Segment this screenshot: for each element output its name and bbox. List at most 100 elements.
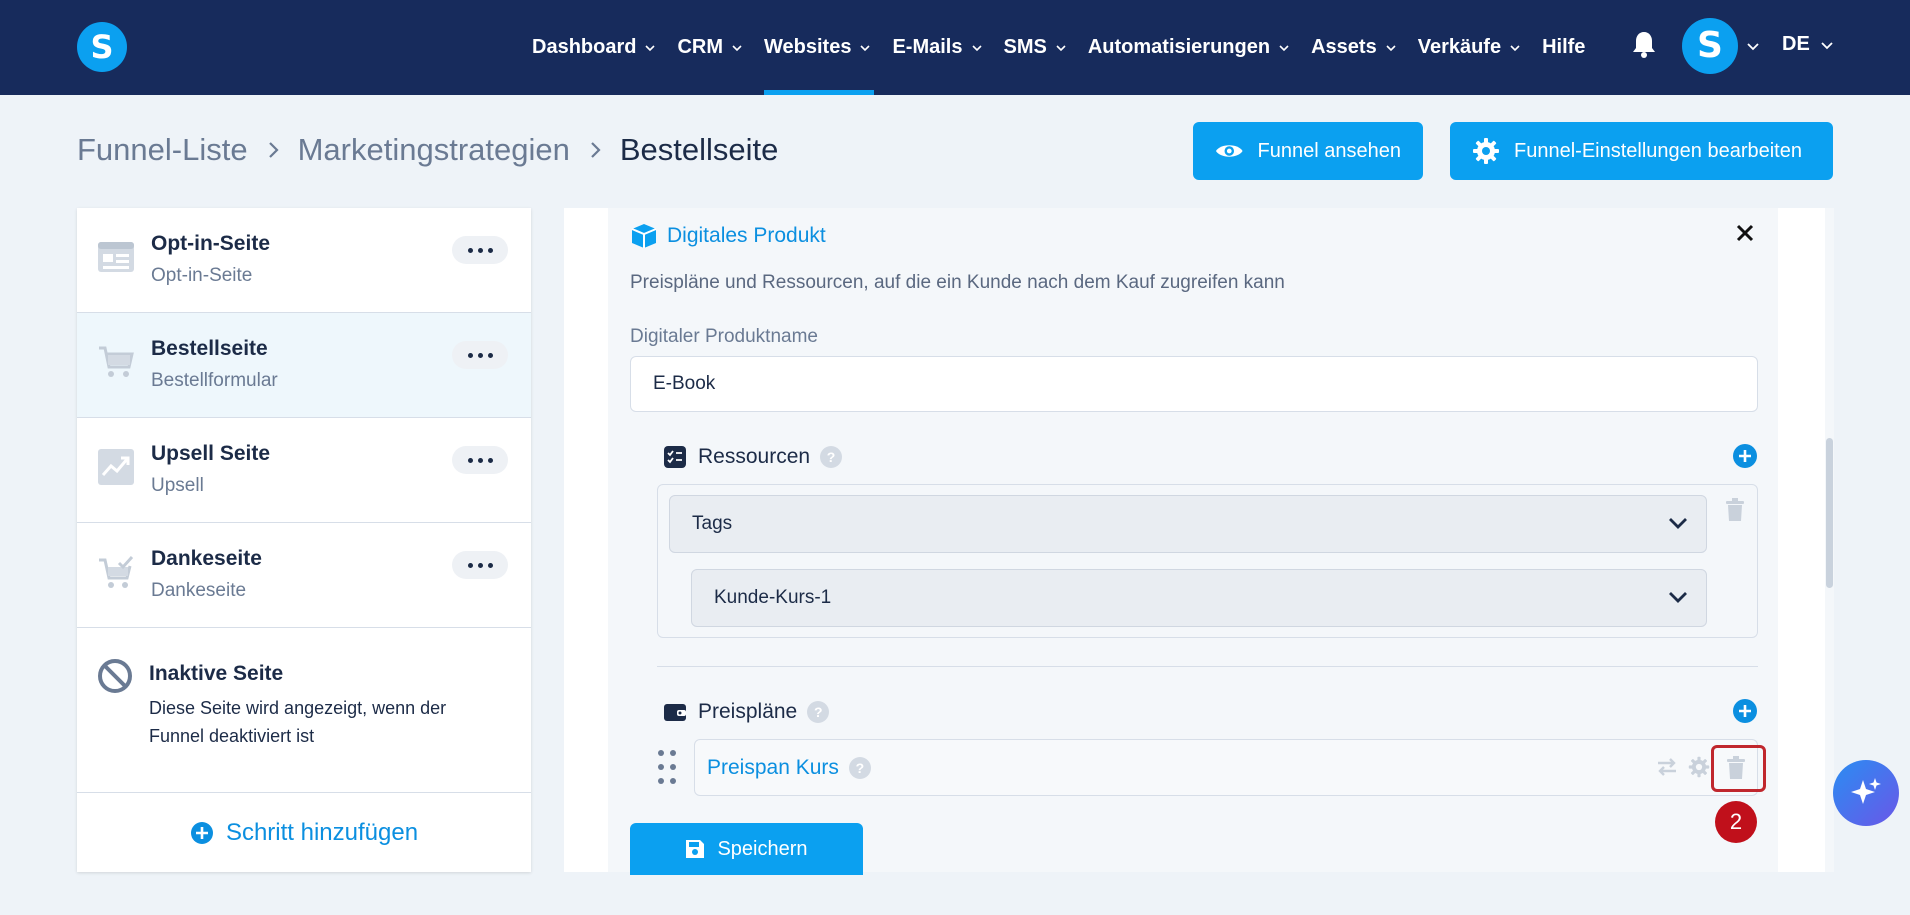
save-button[interactable]: Speichern (630, 823, 863, 875)
digital-product-title: Digitales Produkt (667, 224, 826, 247)
resources-header: Ressourcen ? (663, 445, 843, 469)
floppy-disk-icon (686, 840, 705, 858)
breadcrumb-funnel-list[interactable]: Funnel-Liste (77, 132, 248, 168)
inactive-page-description: Diese Seite wird angezeigt, wenn der Fun… (149, 698, 447, 746)
delete-resource-icon[interactable] (1725, 498, 1745, 522)
nav-item-emails[interactable]: E-Mails (892, 0, 982, 95)
step-subtitle: Upsell (151, 475, 204, 496)
price-plan-row[interactable]: Preispan Kurs ? (694, 739, 1758, 796)
form-page-icon (98, 242, 134, 272)
breadcrumb-current-page: Bestellseite (619, 132, 779, 167)
ban-icon (98, 659, 132, 693)
help-icon[interactable]: ? (807, 701, 830, 723)
nav-item-sms[interactable]: SMS (1004, 0, 1066, 95)
price-plans-label: Preispläne (698, 700, 798, 723)
close-icon[interactable] (1734, 222, 1756, 244)
chevron-down-icon[interactable] (1747, 40, 1759, 52)
chevron-down-icon (1669, 592, 1687, 603)
ai-assistant-button[interactable] (1833, 760, 1899, 826)
gear-icon (1473, 138, 1499, 164)
nav-item-label: Verkäufe (1417, 36, 1502, 58)
swap-icon[interactable] (1656, 757, 1678, 777)
help-icon[interactable]: ? (848, 757, 871, 779)
step-more-menu-button[interactable] (452, 341, 508, 369)
nav-item-automations[interactable]: Automatisierungen (1088, 0, 1289, 95)
step-more-menu-button[interactable] (452, 551, 508, 579)
step-more-menu-button[interactable] (452, 446, 508, 474)
nav-item-crm[interactable]: CRM (677, 0, 742, 95)
wallet-icon (664, 704, 686, 721)
add-step-label: Schritt hinzufügen (225, 818, 419, 846)
step-subtitle: Bestellformular (151, 370, 278, 391)
nav-item-dashboard[interactable]: Dashboard (532, 0, 656, 95)
chevron-down-icon (1821, 41, 1833, 49)
cart-check-icon (99, 555, 134, 588)
add-resource-icon[interactable] (1733, 444, 1757, 468)
eye-icon (1215, 145, 1243, 157)
chevron-down-icon (645, 44, 656, 51)
chevron-down-icon (860, 44, 871, 51)
nav-item-help[interactable]: Hilfe (1542, 0, 1585, 95)
view-funnel-label: Funnel ansehen (1257, 139, 1401, 162)
step-thank-you[interactable]: Dankeseite Dankeseite (77, 523, 531, 628)
chart-up-icon (98, 449, 134, 485)
chevron-down-icon (1279, 44, 1289, 51)
edit-funnel-settings-label: Funnel-Einstellungen bearbeiten (1514, 139, 1802, 162)
app-logo[interactable]: S (77, 22, 127, 72)
nav-item-label: SMS (1003, 36, 1047, 58)
breadcrumb-funnel[interactable]: Marketingstrategien (298, 132, 570, 168)
user-avatar[interactable]: S (1682, 18, 1738, 74)
nav-item-websites[interactable]: Websites (764, 0, 875, 95)
step-title: Opt-in-Seite (151, 232, 270, 255)
step-subtitle: Dankeseite (151, 580, 247, 601)
language-selector[interactable]: DE (1782, 33, 1833, 56)
sparkles-icon (1851, 778, 1881, 804)
step-order-page[interactable]: Bestellseite Bestellformular (77, 313, 531, 418)
price-plans-header: Preispläne ? (663, 700, 830, 724)
save-label: Speichern (717, 837, 808, 860)
chevron-down-icon (1510, 44, 1520, 51)
box-icon (631, 224, 657, 248)
nav-item-assets[interactable]: Assets (1311, 0, 1396, 95)
inactive-page-step[interactable]: Inaktive Seite Diese Seite wird angezeig… (77, 628, 531, 788)
view-funnel-button[interactable]: Funnel ansehen (1193, 122, 1423, 180)
resource-type-select[interactable]: Tags (669, 495, 1707, 553)
step-opt-in[interactable]: Opt-in-Seite Opt-in-Seite (77, 208, 531, 313)
language-label: DE (1782, 33, 1810, 55)
step-title: Dankeseite (151, 547, 262, 570)
main-menu: Dashboard CRM Websites E-Mails SMS Autom… (532, 0, 1607, 95)
nav-item-label: Websites (764, 36, 852, 58)
digital-product-heading: Digitales Produkt (630, 222, 826, 250)
step-upsell[interactable]: Upsell Seite Upsell (77, 418, 531, 523)
bell-icon[interactable] (1631, 30, 1657, 58)
nav-item-label: Dashboard (532, 36, 637, 58)
tag-select[interactable]: Kunde-Kurs-1 (691, 569, 1707, 627)
chevron-down-icon (1386, 44, 1396, 51)
nav-item-label: Automatisierungen (1087, 36, 1271, 58)
scrollbar-thumb[interactable] (1826, 438, 1833, 588)
edit-funnel-settings-button[interactable]: Funnel-Einstellungen bearbeiten (1450, 122, 1833, 180)
chevron-down-icon (971, 44, 982, 51)
section-divider (657, 666, 1758, 667)
nav-item-sales[interactable]: Verkäufe (1418, 0, 1520, 95)
checklist-icon (664, 446, 686, 468)
plan-settings-gear-icon[interactable] (1688, 756, 1710, 778)
product-name-input[interactable]: E-Book (630, 356, 1758, 412)
chevron-down-icon (1669, 518, 1687, 529)
add-price-plan-icon[interactable] (1733, 699, 1757, 723)
nav-item-label: CRM (677, 36, 724, 58)
plus-circle-icon (190, 821, 213, 844)
drag-handle-icon[interactable] (656, 749, 678, 785)
breadcrumb: Funnel-Liste Marketingstrategien Bestell… (77, 132, 778, 168)
digital-product-description: Preispläne und Ressourcen, auf die ein K… (630, 272, 1285, 293)
step-title: Upsell Seite (151, 442, 271, 465)
highlight-box (1711, 745, 1766, 792)
price-plan-name[interactable]: Preispan Kurs ? (707, 756, 871, 780)
step-subtitle: Opt-in-Seite (151, 265, 253, 286)
price-plan-name-text: Preispan Kurs (707, 756, 839, 779)
step-more-menu-button[interactable] (452, 236, 508, 264)
nav-item-label: Hilfe (1542, 36, 1586, 58)
add-step-button[interactable]: Schritt hinzufügen (77, 792, 531, 872)
help-icon[interactable]: ? (820, 446, 843, 468)
top-navigation-bar: S Dashboard CRM Websites E-Mails SMS Aut… (0, 0, 1910, 95)
